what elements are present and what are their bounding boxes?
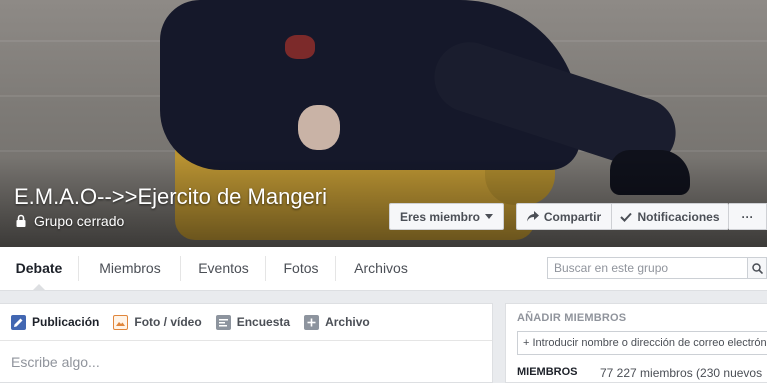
add-members-heading: AÑADIR MIEMBROS: [517, 312, 627, 324]
share-label: Compartir: [543, 209, 602, 224]
lock-icon: [16, 214, 26, 227]
cover-patch-shape: [285, 35, 315, 59]
composer-text-input[interactable]: Escribe algo...: [11, 354, 100, 370]
share-button[interactable]: Compartir: [516, 203, 611, 230]
member-status-button[interactable]: Eres miembro: [389, 203, 504, 230]
search-button[interactable]: [747, 257, 767, 279]
tab-photos[interactable]: Fotos: [266, 247, 336, 290]
members-side-panel: AÑADIR MIEMBROS + Introducir nombre o di…: [505, 303, 767, 383]
group-search-input[interactable]: [547, 257, 747, 279]
notifications-button[interactable]: Notificaciones: [611, 203, 729, 230]
more-icon: ···: [741, 209, 754, 224]
photo-icon: [113, 314, 129, 330]
members-heading[interactable]: MIEMBROS: [517, 366, 578, 378]
plus-icon: [304, 314, 320, 330]
search-icon: [751, 262, 763, 274]
group-title[interactable]: E.M.A.O-->>Ejercito de Mangeri: [14, 184, 327, 210]
composer-tabs: Publicación Foto / vídeo Encuesta Archiv…: [0, 304, 492, 341]
composer-tab-photo-video[interactable]: Foto / vídeo: [113, 314, 202, 330]
composer-tab-post[interactable]: Publicación: [11, 314, 100, 330]
tab-events[interactable]: Eventos: [181, 247, 266, 290]
add-members-input[interactable]: + Introducir nombre o dirección de corre…: [517, 331, 767, 355]
group-privacy-label: Grupo cerrado: [34, 213, 125, 229]
poll-icon: [215, 314, 231, 330]
group-privacy[interactable]: Grupo cerrado: [14, 213, 124, 229]
tab-files[interactable]: Archivos: [336, 247, 426, 290]
cover-hand-shape: [298, 105, 340, 150]
member-status-label: Eres miembro: [399, 209, 481, 224]
composer-tab-poll-label: Encuesta: [236, 315, 291, 329]
share-icon: [526, 211, 539, 222]
pencil-icon: [11, 314, 26, 330]
composer-tab-file-label: Archivo: [325, 315, 370, 329]
check-icon: [620, 212, 633, 222]
composer-tab-post-label: Publicación: [32, 315, 100, 329]
post-composer: Publicación Foto / vídeo Encuesta Archiv…: [0, 303, 493, 383]
composer-tab-photo-label: Foto / vídeo: [134, 315, 202, 329]
composer-tab-file[interactable]: Archivo: [304, 314, 370, 330]
chevron-down-icon: [485, 214, 494, 219]
tab-members[interactable]: Miembros: [79, 247, 181, 290]
tab-debate[interactable]: Debate: [0, 247, 78, 290]
composer-tab-poll[interactable]: Encuesta: [215, 314, 291, 330]
notifications-label: Notificaciones: [637, 209, 720, 224]
members-count[interactable]: 77 227 miembros (230 nuevos: [600, 366, 762, 380]
more-options-button[interactable]: ···: [729, 203, 767, 230]
